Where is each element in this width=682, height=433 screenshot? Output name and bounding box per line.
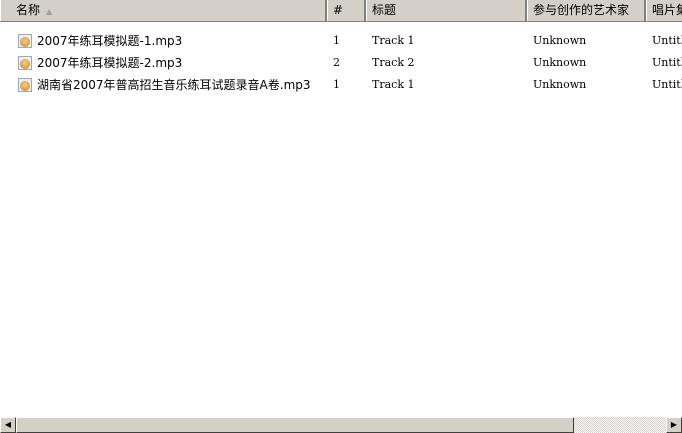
- list-item[interactable]: 湖南省2007年普高招生音乐练耳试题录音A卷.mp3 1 Track 1 Unk…: [0, 73, 682, 95]
- column-header-title[interactable]: 标题: [366, 0, 527, 21]
- name-cell: 2007年练耳模拟题-2.mp3: [0, 54, 327, 71]
- list-item[interactable]: 2007年练耳模拟题-1.mp3 1 Track 1 Unknown Untit…: [0, 29, 682, 51]
- album: Untitled: [652, 55, 682, 69]
- column-header-artist[interactable]: 参与创作的艺术家: [527, 0, 646, 21]
- file-name: 2007年练耳模拟题-2.mp3: [37, 55, 183, 70]
- column-header-number[interactable]: #: [327, 0, 366, 21]
- scroll-right-button[interactable]: ▶: [666, 417, 682, 433]
- horizontal-scrollbar[interactable]: ◀ ▶: [0, 417, 682, 433]
- track-number: 1: [333, 77, 340, 91]
- track-number: 1: [333, 33, 340, 47]
- name-cell: 2007年练耳模拟题-1.mp3: [0, 32, 327, 49]
- track-title: Track 2: [372, 55, 415, 69]
- album: Untitled: [652, 33, 682, 47]
- artist: Unknown: [533, 55, 587, 69]
- track-title: Track 1: [372, 33, 415, 47]
- name-cell: 湖南省2007年普高招生音乐练耳试题录音A卷.mp3: [0, 76, 327, 93]
- column-header-name[interactable]: 名称 ▲: [0, 0, 327, 21]
- audio-file-icon: [18, 34, 32, 48]
- sort-ascending-icon: ▲: [46, 7, 53, 16]
- scroll-left-button[interactable]: ◀: [0, 417, 16, 433]
- album: Untitled: [652, 77, 682, 91]
- column-header-album[interactable]: 唱片集: [646, 0, 682, 21]
- audio-file-icon: [18, 56, 32, 70]
- scrollbar-thumb[interactable]: [16, 417, 574, 433]
- artist: Unknown: [533, 33, 587, 47]
- track-title: Track 1: [372, 77, 415, 91]
- file-name: 湖南省2007年普高招生音乐练耳试题录音A卷.mp3: [37, 77, 311, 92]
- file-name: 2007年练耳模拟题-1.mp3: [37, 33, 183, 48]
- artist: Unknown: [533, 77, 587, 91]
- list-item[interactable]: 2007年练耳模拟题-2.mp3 2 Track 2 Unknown Untit…: [0, 51, 682, 73]
- file-list: 2007年练耳模拟题-1.mp3 1 Track 1 Unknown Untit…: [0, 29, 682, 95]
- track-number: 2: [333, 55, 340, 69]
- column-header: 名称 ▲ # 标题 参与创作的艺术家 唱片集: [0, 0, 682, 22]
- column-label: 名称: [16, 3, 41, 17]
- audio-file-icon: [18, 78, 32, 92]
